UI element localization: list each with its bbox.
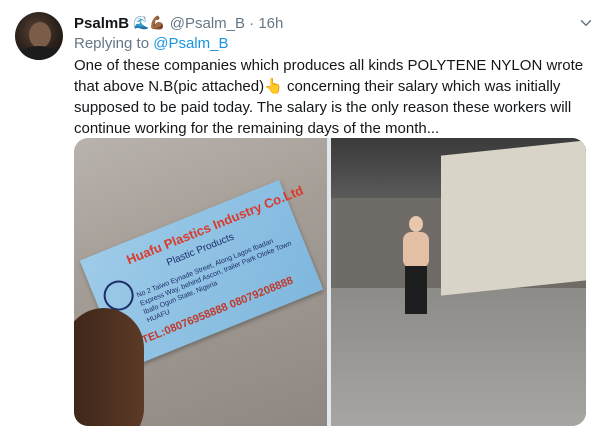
replying-to: Replying to @Psalm_B	[74, 34, 228, 54]
tweet: PsalmB 🌊💪🏾 @Psalm_B · 16h Replying to @P…	[0, 0, 613, 430]
business-card-photo[interactable]: Huafu Plastics Industry Co.Ltd Plastic P…	[74, 138, 327, 426]
worker-torso	[403, 232, 429, 268]
worker-head	[409, 216, 423, 232]
tweet-text: One of these companies which produces al…	[74, 57, 584, 137]
display-name[interactable]: PsalmB	[74, 15, 129, 32]
handle[interactable]: @Psalm_B	[170, 15, 245, 32]
avatar-shirt	[19, 46, 59, 60]
avatar[interactable]	[15, 12, 63, 60]
chevron-down-icon[interactable]	[577, 14, 595, 32]
media-grid: Huafu Plastics Industry Co.Ltd Plastic P…	[74, 138, 586, 426]
factory-floor	[331, 288, 586, 426]
factory-photo[interactable]	[331, 138, 586, 426]
avatar-face	[29, 22, 51, 48]
separator: ·	[249, 15, 255, 32]
worker	[401, 216, 431, 316]
tweet-header: PsalmB 🌊💪🏾 @Psalm_B · 16h	[74, 13, 593, 33]
tarp	[441, 140, 586, 296]
timestamp[interactable]: 16h	[258, 15, 283, 32]
replying-prefix: Replying to	[74, 35, 150, 52]
worker-legs	[405, 266, 427, 314]
replying-handle-link[interactable]: @Psalm_B	[153, 35, 228, 52]
name-emojis: 🌊💪🏾	[133, 15, 166, 30]
thumb	[74, 308, 144, 426]
